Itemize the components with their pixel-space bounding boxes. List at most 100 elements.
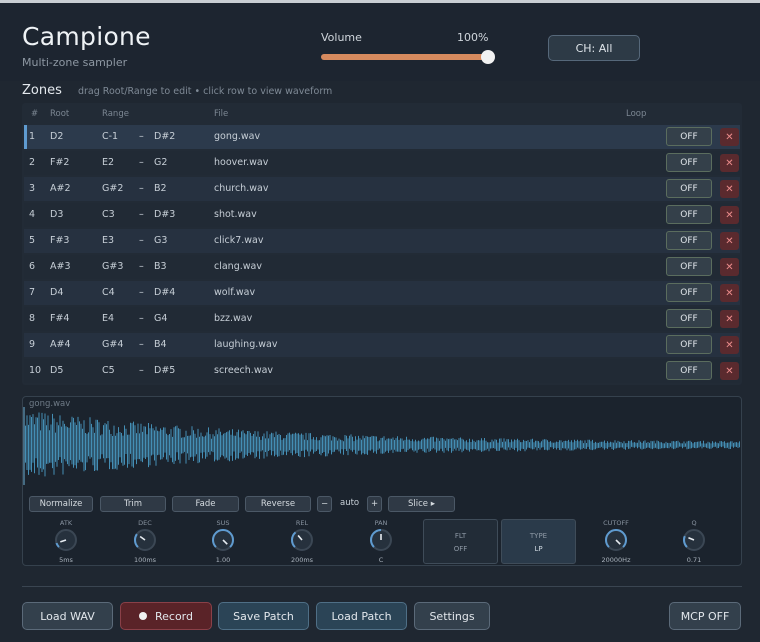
zone-file: laughing.wav xyxy=(214,339,278,350)
delete-zone-icon[interactable]: ✕ xyxy=(720,232,739,250)
zone-range-low[interactable]: E3 xyxy=(102,235,114,246)
zone-file: bzz.wav xyxy=(214,313,253,324)
zone-row[interactable]: 5 F#3 E3 G3 click7.wav – OFF ✕ xyxy=(24,229,740,253)
zone-range-low[interactable]: G#3 xyxy=(102,261,123,272)
load-wav-button[interactable]: Load WAV xyxy=(22,602,113,630)
zone-root[interactable]: A#3 xyxy=(50,261,71,272)
loop-toggle-button[interactable]: OFF xyxy=(666,361,712,380)
load-patch-button[interactable]: Load Patch xyxy=(316,602,407,630)
delete-zone-icon[interactable]: ✕ xyxy=(720,284,739,302)
zone-root[interactable]: F#2 xyxy=(50,157,69,168)
sustain-knob[interactable] xyxy=(211,528,235,552)
mcp-toggle-button[interactable]: MCP OFF xyxy=(669,602,741,630)
zone-number: 1 xyxy=(29,131,36,142)
zone-row[interactable]: 9 A#4 G#4 B4 laughing.wav – OFF ✕ xyxy=(24,333,740,357)
zone-root[interactable]: D3 xyxy=(50,209,63,220)
zone-range-low[interactable]: C5 xyxy=(102,365,115,376)
delete-zone-icon[interactable]: ✕ xyxy=(720,310,739,328)
zone-root[interactable]: A#2 xyxy=(50,183,71,194)
decay-knob[interactable] xyxy=(133,528,157,552)
q-knob[interactable] xyxy=(682,528,706,552)
zone-root[interactable]: D5 xyxy=(50,365,63,376)
zone-range-high[interactable]: D#2 xyxy=(154,131,175,142)
volume-slider-track[interactable] xyxy=(321,54,489,60)
loop-toggle-button[interactable]: OFF xyxy=(666,205,712,224)
zone-range-high[interactable]: G3 xyxy=(154,235,167,246)
zone-number: 2 xyxy=(29,157,36,168)
cutoff-knob[interactable] xyxy=(604,528,628,552)
volume-slider-fill xyxy=(321,54,489,60)
zone-range-high[interactable]: B2 xyxy=(154,183,167,194)
zone-range-high[interactable]: B3 xyxy=(154,261,167,272)
delete-zone-icon[interactable]: ✕ xyxy=(720,206,739,224)
zone-row[interactable]: 6 A#3 G#3 B3 clang.wav – OFF ✕ xyxy=(24,255,740,279)
reverse-button[interactable]: Reverse xyxy=(245,496,311,512)
release-value: 200ms xyxy=(290,556,314,564)
slice-decrease-button[interactable]: − xyxy=(317,496,332,512)
fade-button[interactable]: Fade xyxy=(172,496,239,512)
decay-value: 100ms xyxy=(133,556,157,564)
zone-range-high[interactable]: D#4 xyxy=(154,287,175,298)
zone-file: wolf.wav xyxy=(214,287,256,298)
release-knob[interactable] xyxy=(290,528,314,552)
filter-toggle[interactable]: FLT OFF xyxy=(423,519,498,564)
loop-toggle-button[interactable]: OFF xyxy=(666,179,712,198)
zone-range-high[interactable]: G4 xyxy=(154,313,167,324)
loop-toggle-button[interactable]: OFF xyxy=(666,231,712,250)
zone-range-low[interactable]: E2 xyxy=(102,157,114,168)
zone-root[interactable]: D4 xyxy=(50,287,63,298)
slice-increase-button[interactable]: + xyxy=(367,496,382,512)
settings-button[interactable]: Settings xyxy=(414,602,490,630)
trim-button[interactable]: Trim xyxy=(100,496,166,512)
app-title: Campione xyxy=(22,22,151,51)
zone-range-low[interactable]: G#4 xyxy=(102,339,123,350)
volume-slider-thumb[interactable] xyxy=(481,50,495,64)
loop-toggle-button[interactable]: OFF xyxy=(666,127,712,146)
zone-row[interactable]: 3 A#2 G#2 B2 church.wav – OFF ✕ xyxy=(24,177,740,201)
zone-range-low[interactable]: C3 xyxy=(102,209,115,220)
loop-toggle-button[interactable]: OFF xyxy=(666,153,712,172)
normalize-button[interactable]: Normalize xyxy=(29,496,93,512)
delete-zone-icon[interactable]: ✕ xyxy=(720,154,739,172)
sustain-value: 1.00 xyxy=(215,556,231,564)
save-patch-button[interactable]: Save Patch xyxy=(218,602,309,630)
zone-range-low[interactable]: C-1 xyxy=(102,131,118,142)
filter-type-label: TYPE xyxy=(529,532,548,540)
channel-select-button[interactable]: CH: All xyxy=(548,35,640,61)
zone-root[interactable]: F#3 xyxy=(50,235,69,246)
filter-type-toggle[interactable]: TYPE LP xyxy=(501,519,576,564)
record-button[interactable]: Record xyxy=(120,602,212,630)
zone-range-high[interactable]: B4 xyxy=(154,339,167,350)
zone-row[interactable]: 7 D4 C4 D#4 wolf.wav – OFF ✕ xyxy=(24,281,740,305)
delete-zone-icon[interactable]: ✕ xyxy=(720,258,739,276)
attack-knob[interactable] xyxy=(54,528,78,552)
pan-knob[interactable] xyxy=(369,528,393,552)
zone-row[interactable]: 1 D2 C-1 D#2 gong.wav – OFF ✕ xyxy=(24,125,740,149)
delete-zone-icon[interactable]: ✕ xyxy=(720,336,739,354)
zone-number: 4 xyxy=(29,209,36,220)
zone-row[interactable]: 10 D5 C5 D#5 screech.wav – OFF ✕ xyxy=(24,359,740,383)
delete-zone-icon[interactable]: ✕ xyxy=(720,128,739,146)
zone-root[interactable]: F#4 xyxy=(50,313,69,324)
zone-root[interactable]: D2 xyxy=(50,131,63,142)
zone-row[interactable]: 4 D3 C3 D#3 shot.wav – OFF ✕ xyxy=(24,203,740,227)
zone-range-high[interactable]: G2 xyxy=(154,157,167,168)
loop-toggle-button[interactable]: OFF xyxy=(666,335,712,354)
zone-range-low[interactable]: G#2 xyxy=(102,183,123,194)
delete-zone-icon[interactable]: ✕ xyxy=(720,180,739,198)
loop-toggle-button[interactable]: OFF xyxy=(666,309,712,328)
app-subtitle: Multi-zone sampler xyxy=(22,56,128,69)
slice-button[interactable]: Slice ▸ xyxy=(388,496,455,512)
waveform-display[interactable] xyxy=(23,407,741,487)
zone-range-low[interactable]: E4 xyxy=(102,313,114,324)
zone-range-high[interactable]: D#3 xyxy=(154,209,175,220)
loop-toggle-button[interactable]: OFF xyxy=(666,283,712,302)
zones-hint: drag Root/Range to edit • click row to v… xyxy=(78,86,333,97)
zone-range-low[interactable]: C4 xyxy=(102,287,115,298)
delete-zone-icon[interactable]: ✕ xyxy=(720,362,739,380)
loop-toggle-button[interactable]: OFF xyxy=(666,257,712,276)
zone-root[interactable]: A#4 xyxy=(50,339,71,350)
zone-row[interactable]: 8 F#4 E4 G4 bzz.wav – OFF ✕ xyxy=(24,307,740,331)
zone-row[interactable]: 2 F#2 E2 G2 hoover.wav – OFF ✕ xyxy=(24,151,740,175)
zone-range-high[interactable]: D#5 xyxy=(154,365,175,376)
